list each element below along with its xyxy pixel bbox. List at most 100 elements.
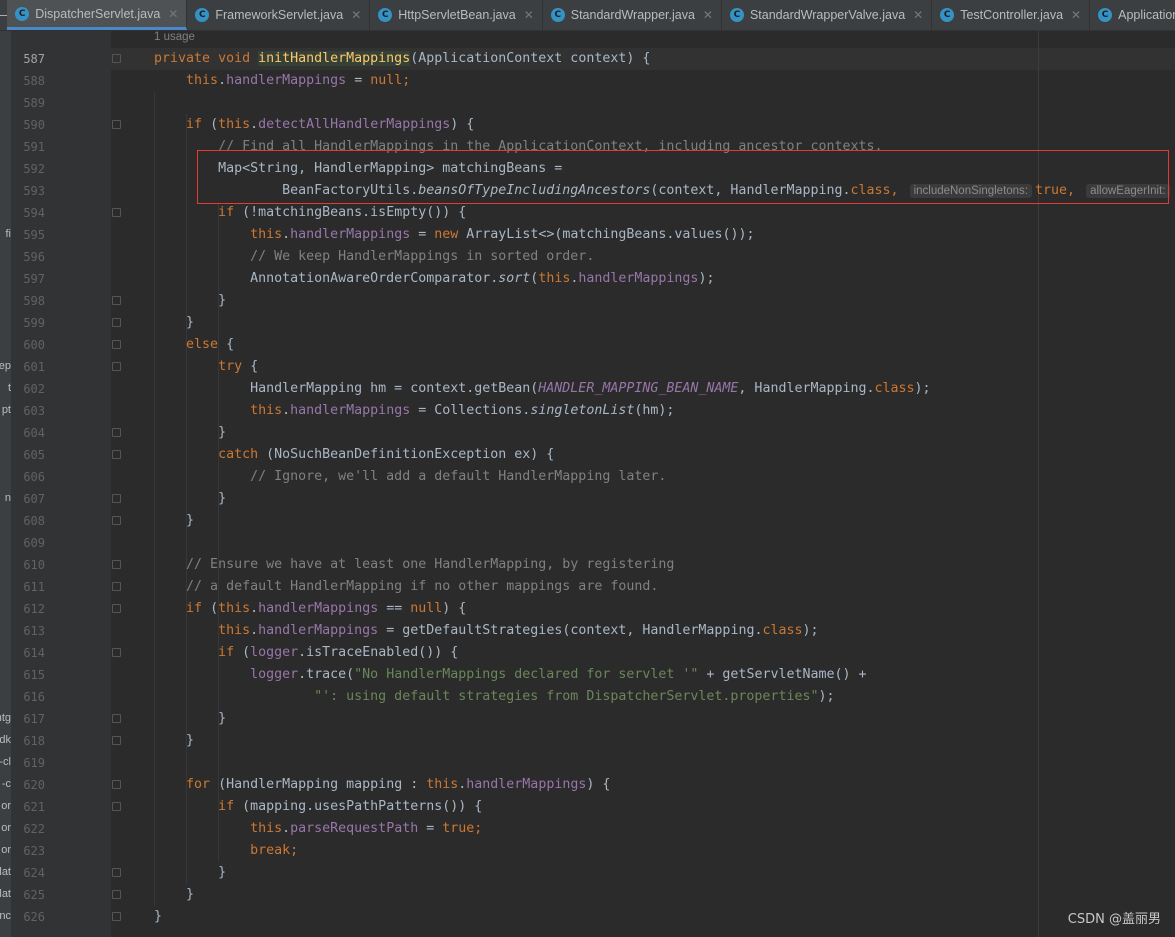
project-tree-fragment[interactable]: or	[1, 800, 11, 812]
line-number[interactable]: 612	[11, 598, 45, 620]
project-panel-edge[interactable]: fieptptnntgdk-cl-corororlatlatnc	[0, 31, 11, 937]
tab-httpservletbean[interactable]: C HttpServletBean.java ✕	[370, 0, 543, 30]
code-line[interactable]: }	[122, 906, 1175, 928]
fold-marker-icon[interactable]	[112, 494, 121, 503]
tab-standardwrappervalve[interactable]: C StandardWrapperValve.java ✕	[722, 0, 933, 30]
code-line[interactable]: this.parseRequestPath = true;	[122, 818, 1175, 840]
line-number[interactable]: 615	[11, 664, 45, 686]
line-number[interactable]: 610	[11, 554, 45, 576]
line-number[interactable]: 600	[11, 334, 45, 356]
project-tree-fragment[interactable]: ntg	[0, 712, 11, 724]
code-line[interactable]	[122, 92, 1175, 114]
line-number[interactable]: 611	[11, 576, 45, 598]
fold-marker-icon[interactable]	[112, 340, 121, 349]
project-tree-fragment[interactable]: lat	[0, 866, 11, 878]
close-tab-icon[interactable]: ✕	[703, 8, 713, 22]
fold-marker-icon[interactable]	[112, 868, 121, 877]
code-line[interactable]: if (this.handlerMappings == null) {	[122, 598, 1175, 620]
fold-marker-icon[interactable]	[112, 428, 121, 437]
code-line[interactable]: }	[122, 730, 1175, 752]
line-number[interactable]: 597	[11, 268, 45, 290]
fold-marker-icon[interactable]	[112, 736, 121, 745]
line-number[interactable]: 607	[11, 488, 45, 510]
tab-frameworkservlet[interactable]: C FrameworkServlet.java ✕	[187, 0, 371, 30]
fold-marker-icon[interactable]	[112, 780, 121, 789]
line-number[interactable]: 598	[11, 290, 45, 312]
project-tree-fragment[interactable]: lat	[0, 888, 11, 900]
code-line[interactable]: }	[122, 290, 1175, 312]
fold-marker-icon[interactable]	[112, 516, 121, 525]
fold-marker-icon[interactable]	[112, 120, 121, 129]
code-line[interactable]: private void initHandlerMappings(Applica…	[122, 48, 1175, 70]
code-line[interactable]: // Ignore, we'll add a default HandlerMa…	[122, 466, 1175, 488]
fold-marker-icon[interactable]	[112, 208, 121, 217]
code-line[interactable]: }	[122, 422, 1175, 444]
close-tab-icon[interactable]: ✕	[913, 8, 923, 22]
code-line[interactable]	[122, 532, 1175, 554]
line-number[interactable]: 591	[11, 136, 45, 158]
code-line[interactable]	[122, 752, 1175, 774]
code-line[interactable]: }	[122, 510, 1175, 532]
line-number[interactable]: 606	[11, 466, 45, 488]
line-number[interactable]: 604	[11, 422, 45, 444]
code-line[interactable]: // We keep HandlerMappings in sorted ord…	[122, 246, 1175, 268]
line-number[interactable]: 622	[11, 818, 45, 840]
line-number[interactable]: 619	[11, 752, 45, 774]
line-number[interactable]: 623	[11, 840, 45, 862]
project-tree-fragment[interactable]: pt	[2, 404, 11, 416]
code-line[interactable]: if (!matchingBeans.isEmpty()) {	[122, 202, 1175, 224]
line-number[interactable]: 613	[11, 620, 45, 642]
project-tree-fragment[interactable]: ep	[0, 360, 11, 372]
close-tab-icon[interactable]: ✕	[1071, 8, 1081, 22]
line-number[interactable]: 624	[11, 862, 45, 884]
code-line[interactable]: HandlerMapping hm = context.getBean(HAND…	[122, 378, 1175, 400]
line-number[interactable]: 603	[11, 400, 45, 422]
code-line[interactable]: this.handlerMappings = getDefaultStrateg…	[122, 620, 1175, 642]
project-tree-fragment[interactable]: -cl	[0, 756, 11, 768]
line-number[interactable]: 621	[11, 796, 45, 818]
code-line[interactable]: break;	[122, 840, 1175, 862]
code-line[interactable]: this.handlerMappings = new ArrayList<>(m…	[122, 224, 1175, 246]
tab-testcontroller[interactable]: C TestController.java ✕	[932, 0, 1091, 30]
line-number[interactable]: 608	[11, 510, 45, 532]
fold-marker-icon[interactable]	[112, 318, 121, 327]
line-number[interactable]: 614	[11, 642, 45, 664]
code-line[interactable]: logger.trace("No HandlerMappings declare…	[122, 664, 1175, 686]
line-number[interactable]: 596	[11, 246, 45, 268]
code-line[interactable]: for (HandlerMapping mapping : this.handl…	[122, 774, 1175, 796]
line-number[interactable]: 587	[11, 48, 45, 70]
code-line[interactable]: }	[122, 312, 1175, 334]
fold-marker-icon[interactable]	[112, 604, 121, 613]
fold-marker-icon[interactable]	[112, 802, 121, 811]
line-number[interactable]: 625	[11, 884, 45, 906]
line-number[interactable]: 592	[11, 158, 45, 180]
code-line[interactable]: else {	[122, 334, 1175, 356]
usage-hint[interactable]: 1 usage	[154, 31, 195, 43]
line-number[interactable]: 588	[11, 70, 45, 92]
line-number[interactable]: 595	[11, 224, 45, 246]
line-number[interactable]: 616	[11, 686, 45, 708]
line-number[interactable]: 618	[11, 730, 45, 752]
code-line[interactable]: }	[122, 488, 1175, 510]
fold-marker-icon[interactable]	[112, 890, 121, 899]
line-number[interactable]: 589	[11, 92, 45, 114]
close-tab-icon[interactable]: ✕	[351, 8, 361, 22]
line-number[interactable]: 602	[11, 378, 45, 400]
tab-dispatcherservlet[interactable]: C DispatcherServlet.java ✕	[7, 0, 188, 30]
project-tree-fragment[interactable]: -c	[2, 778, 11, 790]
line-number[interactable]: 599	[11, 312, 45, 334]
code-line[interactable]: // a default HandlerMapping if no other …	[122, 576, 1175, 598]
code-line[interactable]: this.handlerMappings = Collections.singl…	[122, 400, 1175, 422]
code-line[interactable]: this.handlerMappings = null;	[122, 70, 1175, 92]
line-number[interactable]: 609	[11, 532, 45, 554]
project-tree-fragment[interactable]: or	[1, 844, 11, 856]
code-line[interactable]: }	[122, 708, 1175, 730]
tab-overflow-icon[interactable]: –	[0, 0, 7, 30]
fold-marker-icon[interactable]	[112, 560, 121, 569]
code-line[interactable]: "': using default strategies from Dispat…	[122, 686, 1175, 708]
project-tree-fragment[interactable]: or	[1, 822, 11, 834]
code-line[interactable]: try {	[122, 356, 1175, 378]
code-line[interactable]: catch (NoSuchBeanDefinitionException ex)…	[122, 444, 1175, 466]
code-line[interactable]: if (logger.isTraceEnabled()) {	[122, 642, 1175, 664]
fold-marker-icon[interactable]	[112, 54, 121, 63]
